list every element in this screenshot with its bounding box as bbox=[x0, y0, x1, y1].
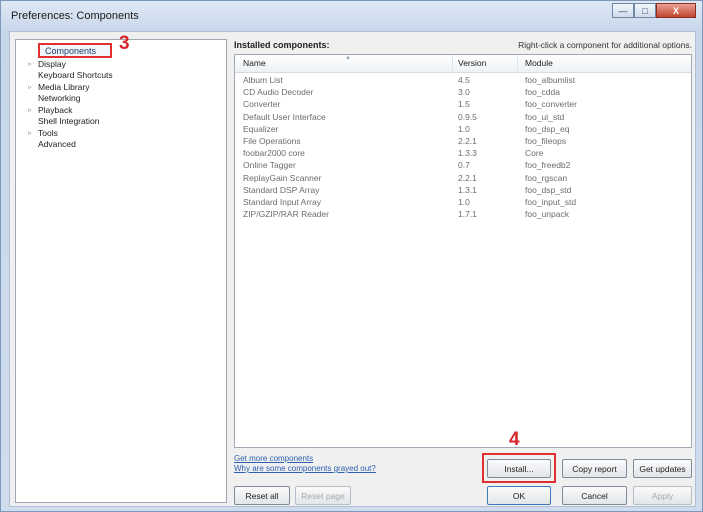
table-row[interactable]: Standard DSP Array 1.3.1 foo_dsp_std bbox=[235, 184, 691, 197]
component-version: 2.2.1 bbox=[458, 172, 477, 183]
column-header-name[interactable]: Name bbox=[243, 58, 266, 68]
tree-item-label: Networking bbox=[38, 93, 81, 103]
component-module: foo_freedb2 bbox=[525, 160, 571, 171]
minimize-button[interactable]: — bbox=[612, 3, 634, 18]
install-button[interactable]: Install... bbox=[487, 459, 551, 478]
component-name: Album List bbox=[243, 75, 283, 85]
table-row[interactable]: Online Tagger 0.7 foo_freedb2 bbox=[235, 159, 691, 172]
expand-icon[interactable]: ▹ bbox=[26, 105, 34, 116]
component-name: foobar2000 core bbox=[243, 148, 305, 159]
component-name: ReplayGain Scanner bbox=[243, 172, 322, 183]
component-module: foo_input_std bbox=[525, 197, 577, 207]
table-row[interactable]: ZIP/GZIP/RAR Reader 1.7.1 foo_unpack bbox=[235, 208, 691, 221]
component-name: ZIP/GZIP/RAR Reader bbox=[243, 209, 329, 220]
cancel-button[interactable]: Cancel bbox=[562, 486, 627, 505]
component-version: 0.7 bbox=[458, 160, 470, 171]
component-version: 2.2.1 bbox=[458, 136, 477, 146]
expand-icon[interactable]: ▹ bbox=[26, 59, 34, 70]
component-version: 1.0 bbox=[458, 197, 470, 207]
maximize-button[interactable]: □ bbox=[634, 3, 656, 18]
tree-item-label: Advanced bbox=[38, 139, 76, 149]
component-module: Core bbox=[525, 148, 544, 159]
close-button[interactable]: X bbox=[656, 3, 696, 18]
column-divider[interactable] bbox=[452, 55, 453, 72]
context-menu-hint: Right-click a component for additional o… bbox=[518, 40, 692, 50]
expand-icon[interactable]: ▹ bbox=[26, 128, 34, 139]
copy-report-button[interactable]: Copy report bbox=[562, 459, 627, 478]
tree-item-label: Tools bbox=[38, 128, 58, 138]
tree-item-label: Playback bbox=[38, 105, 73, 115]
column-divider[interactable] bbox=[517, 55, 518, 72]
component-name: File Operations bbox=[243, 136, 301, 146]
component-module: foo_rgscan bbox=[525, 172, 568, 183]
tree-item-components[interactable]: Components bbox=[38, 43, 112, 58]
component-name: CD Audio Decoder bbox=[243, 87, 314, 98]
component-module: foo_ui_std bbox=[525, 111, 565, 122]
table-row[interactable]: Standard Input Array 1.0 foo_input_std bbox=[235, 196, 691, 209]
component-version: 3.0 bbox=[458, 87, 470, 98]
installed-components-heading: Installed components: bbox=[234, 40, 330, 50]
get-updates-button[interactable]: Get updates bbox=[633, 459, 692, 478]
column-header-version[interactable]: Version bbox=[458, 58, 486, 68]
component-version: 1.0 bbox=[458, 123, 470, 134]
component-name: Default User Interface bbox=[243, 111, 326, 122]
component-module: foo_unpack bbox=[525, 209, 569, 220]
component-module: foo_dsp_eq bbox=[525, 123, 570, 134]
component-name: Standard DSP Array bbox=[243, 184, 320, 195]
step-number-4: 4 bbox=[509, 429, 520, 450]
tree-item-label: Display bbox=[38, 59, 66, 69]
apply-button: Apply bbox=[633, 486, 692, 505]
get-more-components-link[interactable]: Get more components bbox=[234, 454, 313, 463]
window-title: Preferences: Components bbox=[11, 10, 139, 22]
table-row[interactable]: Default User Interface 0.9.5 foo_ui_std bbox=[235, 111, 691, 124]
sort-up-icon: ▲ bbox=[345, 55, 351, 61]
table-row[interactable]: foobar2000 core 1.3.3 Core bbox=[235, 147, 691, 160]
component-module: foo_dsp_std bbox=[525, 184, 572, 195]
table-row[interactable]: Equalizer 1.0 foo_dsp_eq bbox=[235, 123, 691, 136]
component-name: Converter bbox=[243, 99, 281, 110]
reset-page-button: Reset page bbox=[295, 486, 351, 505]
component-module: foo_converter bbox=[525, 99, 577, 110]
table-row[interactable]: File Operations 2.2.1 foo_fileops bbox=[235, 135, 691, 148]
components-list[interactable]: Name ▲ Version Module Album List 4.5 foo_a… bbox=[234, 54, 692, 448]
component-version: 1.3.3 bbox=[458, 148, 477, 159]
window-controls: — □ X bbox=[612, 3, 696, 18]
dialog-client-area: Components ▹ Display Keyboard Shortcuts … bbox=[9, 31, 696, 507]
ok-button[interactable]: OK bbox=[487, 486, 551, 505]
tree-item-label: Keyboard Shortcuts bbox=[38, 70, 113, 80]
component-module: foo_fileops bbox=[525, 136, 567, 146]
preferences-window: Preferences: Components — □ X Components… bbox=[0, 0, 703, 512]
preferences-tree[interactable]: Components ▹ Display Keyboard Shortcuts … bbox=[15, 39, 227, 503]
table-row[interactable]: CD Audio Decoder 3.0 foo_cdda bbox=[235, 86, 691, 99]
list-header: Name ▲ Version Module bbox=[235, 55, 691, 73]
reset-all-button[interactable]: Reset all bbox=[234, 486, 290, 505]
tree-item-label: Components bbox=[45, 46, 97, 56]
component-version: 1.7.1 bbox=[458, 209, 477, 220]
title-bar[interactable]: Preferences: Components — □ X bbox=[1, 1, 702, 31]
tree-item-label: Media Library bbox=[38, 82, 90, 92]
step-number-3: 3 bbox=[119, 33, 130, 54]
table-row[interactable]: Converter 1.5 foo_converter bbox=[235, 98, 691, 111]
table-row[interactable]: ReplayGain Scanner 2.2.1 foo_rgscan bbox=[235, 172, 691, 185]
component-name: Equalizer bbox=[243, 123, 279, 134]
component-version: 4.5 bbox=[458, 75, 470, 85]
component-module: foo_albumlist bbox=[525, 75, 576, 85]
component-version: 1.3.1 bbox=[458, 184, 477, 195]
column-header-module[interactable]: Module bbox=[525, 58, 553, 68]
tree-item-label: Shell Integration bbox=[38, 116, 100, 126]
table-row[interactable]: Album List 4.5 foo_albumlist bbox=[235, 74, 691, 87]
expand-icon[interactable]: ▹ bbox=[26, 82, 34, 93]
component-version: 1.5 bbox=[458, 99, 470, 110]
component-version: 0.9.5 bbox=[458, 111, 477, 122]
component-module: foo_cdda bbox=[525, 87, 560, 98]
component-name: Online Tagger bbox=[243, 160, 296, 171]
why-grayed-out-link[interactable]: Why are some components grayed out? bbox=[234, 464, 376, 473]
component-name: Standard Input Array bbox=[243, 197, 321, 207]
